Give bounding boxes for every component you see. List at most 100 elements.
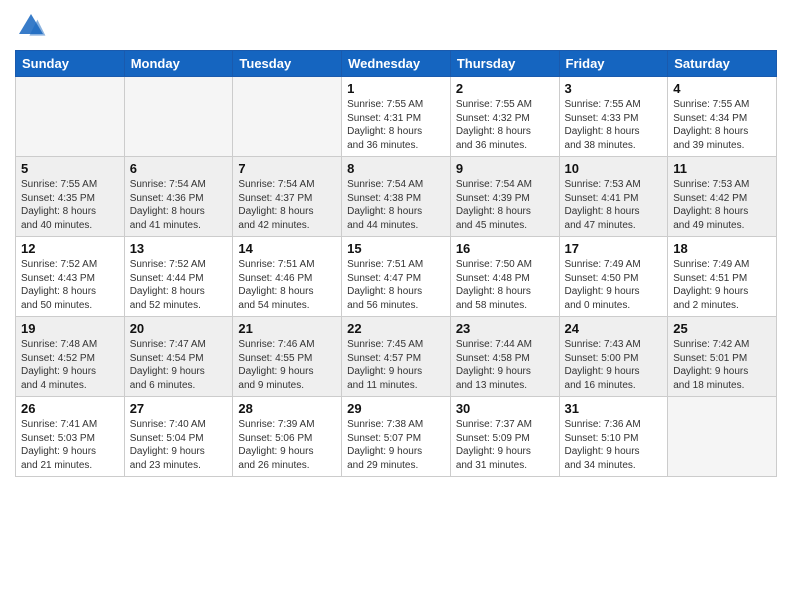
- day-info: Sunrise: 7:55 AMSunset: 4:31 PMDaylight:…: [347, 98, 445, 152]
- day-number: 21: [238, 321, 336, 336]
- day-info: Sunrise: 7:50 AMSunset: 4:48 PMDaylight:…: [456, 258, 554, 312]
- weekday-header-monday: Monday: [124, 51, 233, 77]
- page-header: [15, 10, 777, 42]
- calendar-table: SundayMondayTuesdayWednesdayThursdayFrid…: [15, 50, 777, 477]
- calendar-cell: 23 Sunrise: 7:44 AMSunset: 4:58 PMDayligh…: [450, 317, 559, 397]
- day-info: Sunrise: 7:53 AMSunset: 4:41 PMDaylight:…: [565, 178, 663, 232]
- day-number: 29: [347, 401, 445, 416]
- calendar-cell: 14 Sunrise: 7:51 AMSunset: 4:46 PMDayligh…: [233, 237, 342, 317]
- calendar-cell: 26 Sunrise: 7:41 AMSunset: 5:03 PMDayligh…: [16, 397, 125, 477]
- calendar-cell: 17 Sunrise: 7:49 AMSunset: 4:50 PMDayligh…: [559, 237, 668, 317]
- calendar-cell: 28Sunrise: 7:39 AMSunset: 5:06 PMDayligh…: [233, 397, 342, 477]
- day-number: 20: [130, 321, 228, 336]
- day-info: Sunrise: 7:38 AMSunset: 5:07 PMDaylight:…: [347, 418, 445, 472]
- calendar-cell: 19Sunrise: 7:48 AMSunset: 4:52 PMDayligh…: [16, 317, 125, 397]
- calendar-cell: 12 Sunrise: 7:52 AMSunset: 4:43 PMDayligh…: [16, 237, 125, 317]
- calendar-cell: [668, 397, 777, 477]
- day-number: 15: [347, 241, 445, 256]
- day-number: 17: [565, 241, 663, 256]
- day-number: 22: [347, 321, 445, 336]
- weekday-header-row: SundayMondayTuesdayWednesdayThursdayFrid…: [16, 51, 777, 77]
- calendar-cell: 7 Sunrise: 7:54 AMSunset: 4:37 PMDaylight…: [233, 157, 342, 237]
- day-info: Sunrise: 7:45 AMSunset: 4:57 PMDaylight:…: [347, 338, 445, 392]
- day-number: 10: [565, 161, 663, 176]
- day-number: 26: [21, 401, 119, 416]
- day-number: 13: [130, 241, 228, 256]
- day-number: 8: [347, 161, 445, 176]
- day-info: Sunrise: 7:54 AMSunset: 4:39 PMDaylight:…: [456, 178, 554, 232]
- day-info: Sunrise: 7:55 AMSunset: 4:32 PMDaylight:…: [456, 98, 554, 152]
- day-number: 23: [456, 321, 554, 336]
- weekday-header-saturday: Saturday: [668, 51, 777, 77]
- calendar-cell: 1 Sunrise: 7:55 AMSunset: 4:31 PMDaylight…: [342, 77, 451, 157]
- logo-icon: [15, 10, 47, 42]
- calendar-cell: 11 Sunrise: 7:53 AMSunset: 4:42 PMDayligh…: [668, 157, 777, 237]
- day-info: Sunrise: 7:41 AMSunset: 5:03 PMDaylight:…: [21, 418, 119, 472]
- day-info: Sunrise: 7:54 AMSunset: 4:38 PMDaylight:…: [347, 178, 445, 232]
- day-info: Sunrise: 7:55 AMSunset: 4:35 PMDaylight:…: [21, 178, 119, 232]
- calendar-cell: 20 Sunrise: 7:47 AMSunset: 4:54 PMDayligh…: [124, 317, 233, 397]
- day-number: 9: [456, 161, 554, 176]
- day-info: Sunrise: 7:37 AMSunset: 5:09 PMDaylight:…: [456, 418, 554, 472]
- weekday-header-tuesday: Tuesday: [233, 51, 342, 77]
- calendar-cell: 31Sunrise: 7:36 AMSunset: 5:10 PMDayligh…: [559, 397, 668, 477]
- day-number: 31: [565, 401, 663, 416]
- page-container: SundayMondayTuesdayWednesdayThursdayFrid…: [0, 0, 792, 487]
- calendar-cell: 4Sunrise: 7:55 AMSunset: 4:34 PMDaylight…: [668, 77, 777, 157]
- day-number: 2: [456, 81, 554, 96]
- day-number: 12: [21, 241, 119, 256]
- day-info: Sunrise: 7:43 AMSunset: 5:00 PMDaylight:…: [565, 338, 663, 392]
- day-info: Sunrise: 7:52 AMSunset: 4:44 PMDaylight:…: [130, 258, 228, 312]
- day-info: Sunrise: 7:39 AMSunset: 5:06 PMDaylight:…: [238, 418, 336, 472]
- calendar-cell: 21Sunrise: 7:46 AMSunset: 4:55 PMDayligh…: [233, 317, 342, 397]
- calendar-cell: [233, 77, 342, 157]
- calendar-cell: 18 Sunrise: 7:49 AMSunset: 4:51 PMDayligh…: [668, 237, 777, 317]
- calendar-cell: 22 Sunrise: 7:45 AMSunset: 4:57 PMDayligh…: [342, 317, 451, 397]
- calendar-cell: 13 Sunrise: 7:52 AMSunset: 4:44 PMDayligh…: [124, 237, 233, 317]
- calendar-cell: 15 Sunrise: 7:51 AMSunset: 4:47 PMDayligh…: [342, 237, 451, 317]
- calendar-cell: 2 Sunrise: 7:55 AMSunset: 4:32 PMDaylight…: [450, 77, 559, 157]
- day-info: Sunrise: 7:48 AMSunset: 4:52 PMDaylight:…: [21, 338, 119, 392]
- calendar-cell: 30 Sunrise: 7:37 AMSunset: 5:09 PMDayligh…: [450, 397, 559, 477]
- calendar-week-row: 5Sunrise: 7:55 AMSunset: 4:35 PMDaylight…: [16, 157, 777, 237]
- calendar-cell: [124, 77, 233, 157]
- day-number: 16: [456, 241, 554, 256]
- day-number: 7: [238, 161, 336, 176]
- calendar-cell: 9 Sunrise: 7:54 AMSunset: 4:39 PMDaylight…: [450, 157, 559, 237]
- day-info: Sunrise: 7:49 AMSunset: 4:51 PMDaylight:…: [673, 258, 771, 312]
- day-number: 27: [130, 401, 228, 416]
- day-number: 30: [456, 401, 554, 416]
- day-info: Sunrise: 7:42 AMSunset: 5:01 PMDaylight:…: [673, 338, 771, 392]
- day-number: 11: [673, 161, 771, 176]
- calendar-week-row: 19Sunrise: 7:48 AMSunset: 4:52 PMDayligh…: [16, 317, 777, 397]
- calendar-cell: 6 Sunrise: 7:54 AMSunset: 4:36 PMDaylight…: [124, 157, 233, 237]
- day-info: Sunrise: 7:52 AMSunset: 4:43 PMDaylight:…: [21, 258, 119, 312]
- day-info: Sunrise: 7:53 AMSunset: 4:42 PMDaylight:…: [673, 178, 771, 232]
- day-number: 6: [130, 161, 228, 176]
- day-info: Sunrise: 7:44 AMSunset: 4:58 PMDaylight:…: [456, 338, 554, 392]
- day-info: Sunrise: 7:54 AMSunset: 4:37 PMDaylight:…: [238, 178, 336, 232]
- day-info: Sunrise: 7:51 AMSunset: 4:47 PMDaylight:…: [347, 258, 445, 312]
- weekday-header-thursday: Thursday: [450, 51, 559, 77]
- day-info: Sunrise: 7:49 AMSunset: 4:50 PMDaylight:…: [565, 258, 663, 312]
- day-info: Sunrise: 7:55 AMSunset: 4:33 PMDaylight:…: [565, 98, 663, 152]
- day-number: 1: [347, 81, 445, 96]
- calendar-cell: 16 Sunrise: 7:50 AMSunset: 4:48 PMDayligh…: [450, 237, 559, 317]
- day-info: Sunrise: 7:47 AMSunset: 4:54 PMDaylight:…: [130, 338, 228, 392]
- calendar-cell: 27Sunrise: 7:40 AMSunset: 5:04 PMDayligh…: [124, 397, 233, 477]
- calendar-cell: 25 Sunrise: 7:42 AMSunset: 5:01 PMDayligh…: [668, 317, 777, 397]
- day-number: 25: [673, 321, 771, 336]
- calendar-cell: 8 Sunrise: 7:54 AMSunset: 4:38 PMDaylight…: [342, 157, 451, 237]
- calendar-week-row: 26 Sunrise: 7:41 AMSunset: 5:03 PMDayligh…: [16, 397, 777, 477]
- day-info: Sunrise: 7:54 AMSunset: 4:36 PMDaylight:…: [130, 178, 228, 232]
- day-number: 24: [565, 321, 663, 336]
- day-info: Sunrise: 7:51 AMSunset: 4:46 PMDaylight:…: [238, 258, 336, 312]
- day-number: 18: [673, 241, 771, 256]
- calendar-cell: 3Sunrise: 7:55 AMSunset: 4:33 PMDaylight…: [559, 77, 668, 157]
- day-number: 14: [238, 241, 336, 256]
- calendar-cell: 5Sunrise: 7:55 AMSunset: 4:35 PMDaylight…: [16, 157, 125, 237]
- calendar-week-row: 1 Sunrise: 7:55 AMSunset: 4:31 PMDaylight…: [16, 77, 777, 157]
- weekday-header-wednesday: Wednesday: [342, 51, 451, 77]
- calendar-cell: 29 Sunrise: 7:38 AMSunset: 5:07 PMDayligh…: [342, 397, 451, 477]
- weekday-header-sunday: Sunday: [16, 51, 125, 77]
